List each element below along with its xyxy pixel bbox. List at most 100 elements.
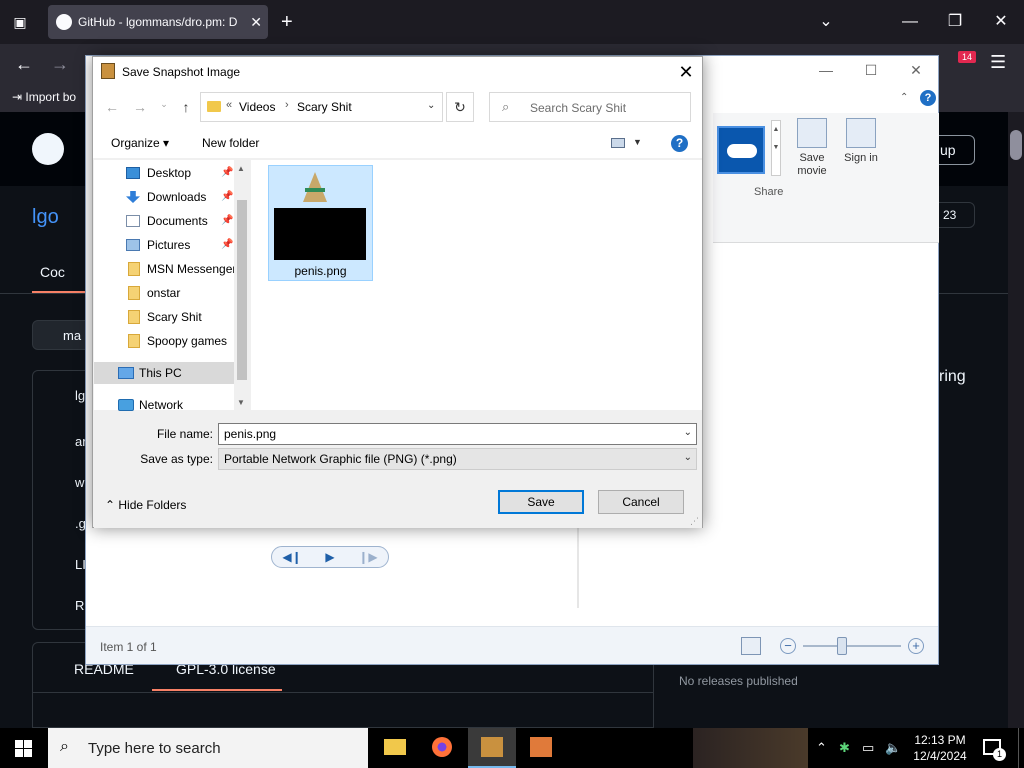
- mm-help-icon[interactable]: ?: [920, 90, 936, 106]
- branch-selector[interactable]: ma: [32, 320, 92, 350]
- nav-item-onstar[interactable]: onstar: [94, 282, 234, 304]
- page-scrollbar[interactable]: [1008, 112, 1024, 728]
- file-row[interactable]: R: [75, 598, 84, 613]
- tray-chevron-up-icon[interactable]: ⌃: [816, 740, 827, 756]
- browser-close-button[interactable]: ✕: [986, 10, 1016, 34]
- mm-minimize-button[interactable]: —: [816, 62, 836, 78]
- ribbon-collapse-icon[interactable]: ⌃: [900, 92, 908, 103]
- file-name-input[interactable]: penis.png ⌄: [218, 423, 697, 445]
- start-tile: [15, 740, 23, 748]
- windows-start-icon[interactable]: [15, 740, 32, 757]
- new-folder-button[interactable]: New folder: [202, 136, 259, 150]
- tab-list-icon[interactable]: ▣: [10, 12, 30, 32]
- taskbar-firefox[interactable]: [419, 728, 467, 768]
- show-desktop-button[interactable]: [1018, 728, 1024, 768]
- breadcrumb-videos[interactable]: Videos: [239, 100, 275, 114]
- onedrive-icon[interactable]: [717, 126, 765, 174]
- extension-badge[interactable]: 14: [958, 51, 976, 63]
- breadcrumb-prefix[interactable]: «: [226, 99, 232, 111]
- organize-button[interactable]: Organize ▾: [111, 136, 169, 150]
- volume-icon[interactable]: 🔈: [885, 740, 901, 756]
- search-input[interactable]: ⌕ Search Scary Shit: [489, 92, 691, 122]
- sign-in-button[interactable]: Sign in: [843, 118, 879, 165]
- refresh-button[interactable]: ↻: [446, 92, 474, 122]
- folder-icon: [128, 334, 140, 348]
- nav-item-pictures[interactable]: Pictures 📌: [94, 234, 234, 256]
- nav-item-scary-shit[interactable]: Scary Shit: [94, 306, 234, 328]
- back-icon[interactable]: ←: [103, 99, 121, 115]
- taskbar: ⌕ Type here to search ⌃ ✱ ▭ 🔈 12:13 PM 1…: [0, 728, 1024, 768]
- nav-item-documents[interactable]: Documents 📌: [94, 210, 234, 232]
- clock[interactable]: 12:13 PM 12/4/2024: [908, 732, 972, 764]
- repo-name[interactable]: lgo: [32, 206, 59, 229]
- hide-folders-button[interactable]: ⌃ Hide Folders: [105, 498, 186, 512]
- file-item[interactable]: penis.png: [268, 165, 373, 281]
- nav-item-msn-messenger[interactable]: MSN Messenger: [94, 258, 237, 280]
- new-tab-button[interactable]: +: [281, 10, 293, 34]
- nav-item-this-pc[interactable]: This PC: [94, 362, 234, 384]
- breadcrumb-chevron-icon[interactable]: ›: [285, 99, 289, 111]
- nav-item-spoopy-games[interactable]: Spoopy games: [94, 330, 234, 352]
- dialog-close-button[interactable]: ✕: [671, 60, 701, 84]
- nav-item-desktop[interactable]: Desktop 📌: [94, 162, 234, 184]
- taskbar-app[interactable]: [517, 728, 565, 768]
- status-text: Item 1 of 1: [100, 640, 157, 654]
- github-logo-icon[interactable]: [32, 133, 64, 165]
- breadcrumb-scary-shit[interactable]: Scary Shit: [297, 100, 352, 114]
- cancel-button[interactable]: Cancel: [598, 490, 684, 514]
- address-bar[interactable]: « Videos › Scary Shit ⌄: [200, 92, 443, 122]
- mm-close-button[interactable]: ✕: [906, 62, 926, 79]
- view-options-icon[interactable]: [611, 138, 625, 148]
- browser-minimize-button[interactable]: —: [895, 10, 925, 34]
- forward-arrow-icon[interactable]: →: [48, 52, 72, 76]
- taskbar-movie-maker[interactable]: [468, 728, 516, 768]
- nav-scroll-thumb[interactable]: [237, 200, 247, 380]
- scroll-down-icon[interactable]: ▼: [237, 398, 245, 407]
- tab-close-icon[interactable]: ✕: [250, 5, 262, 39]
- chevron-down-icon[interactable]: ⌄: [427, 100, 435, 111]
- zoom-slider[interactable]: [803, 645, 901, 647]
- resize-grip-icon[interactable]: ⋰: [690, 516, 699, 527]
- previous-frame-button[interactable]: ◀❙: [274, 549, 310, 565]
- taskbar-search-input[interactable]: ⌕ Type here to search: [48, 728, 368, 768]
- view-dropdown-icon[interactable]: ▼: [633, 137, 642, 147]
- tray-app-icon[interactable]: ✱: [839, 740, 850, 756]
- browser-tab[interactable]: GitHub - lgommans/dro.pm: D ✕: [48, 5, 268, 39]
- commit-owner[interactable]: lg: [75, 388, 85, 403]
- storyboard-view-icon[interactable]: [741, 637, 761, 655]
- zoom-slider-thumb[interactable]: [837, 637, 848, 655]
- nav-item-downloads[interactable]: Downloads 📌: [94, 186, 234, 208]
- menu-icon[interactable]: ☰: [990, 52, 1006, 73]
- next-frame-button[interactable]: ❙▶: [350, 549, 386, 565]
- taskbar-file-explorer[interactable]: [371, 728, 419, 768]
- play-button[interactable]: ▶: [312, 549, 348, 565]
- mm-maximize-button[interactable]: ☐: [861, 62, 881, 79]
- save-type-select[interactable]: Portable Network Graphic file (PNG) (*.p…: [218, 448, 697, 470]
- tab-code[interactable]: Coc: [40, 264, 65, 280]
- pane-divider[interactable]: [577, 523, 579, 608]
- chevron-down-icon[interactable]: ⌄: [684, 452, 692, 463]
- network-icon: [118, 399, 134, 411]
- nav-pane-scrollbar[interactable]: ▲ ▼: [234, 160, 250, 410]
- back-arrow-icon[interactable]: ←: [12, 52, 36, 76]
- file-row[interactable]: w: [75, 475, 84, 490]
- page-scroll-thumb[interactable]: [1010, 130, 1022, 160]
- browser-maximize-button[interactable]: ❐: [940, 10, 970, 34]
- tab-overflow-icon[interactable]: ⌄: [811, 10, 841, 34]
- downloads-icon: [126, 191, 140, 203]
- gallery-scroll[interactable]: ▲ ▼: [771, 120, 781, 176]
- save-movie-button[interactable]: Save movie: [791, 118, 833, 178]
- nav-item-label: MSN Messenger: [147, 262, 237, 276]
- zoom-out-button[interactable]: −: [780, 638, 796, 654]
- scroll-up-icon[interactable]: ▲: [237, 164, 245, 173]
- zoom-in-button[interactable]: +: [908, 638, 924, 654]
- recent-locations-icon[interactable]: ⌄: [155, 99, 173, 110]
- forward-icon[interactable]: →: [131, 99, 149, 115]
- dialog-help-icon[interactable]: ?: [671, 135, 688, 152]
- bookmark-import[interactable]: ⇥ Import bo: [12, 90, 76, 104]
- chevron-down-icon[interactable]: ⌄: [684, 427, 692, 438]
- network-tray-icon[interactable]: ▭: [862, 740, 874, 756]
- save-button[interactable]: Save: [498, 490, 584, 514]
- nav-item-label: Scary Shit: [147, 310, 202, 324]
- up-icon[interactable]: ↑: [177, 99, 195, 115]
